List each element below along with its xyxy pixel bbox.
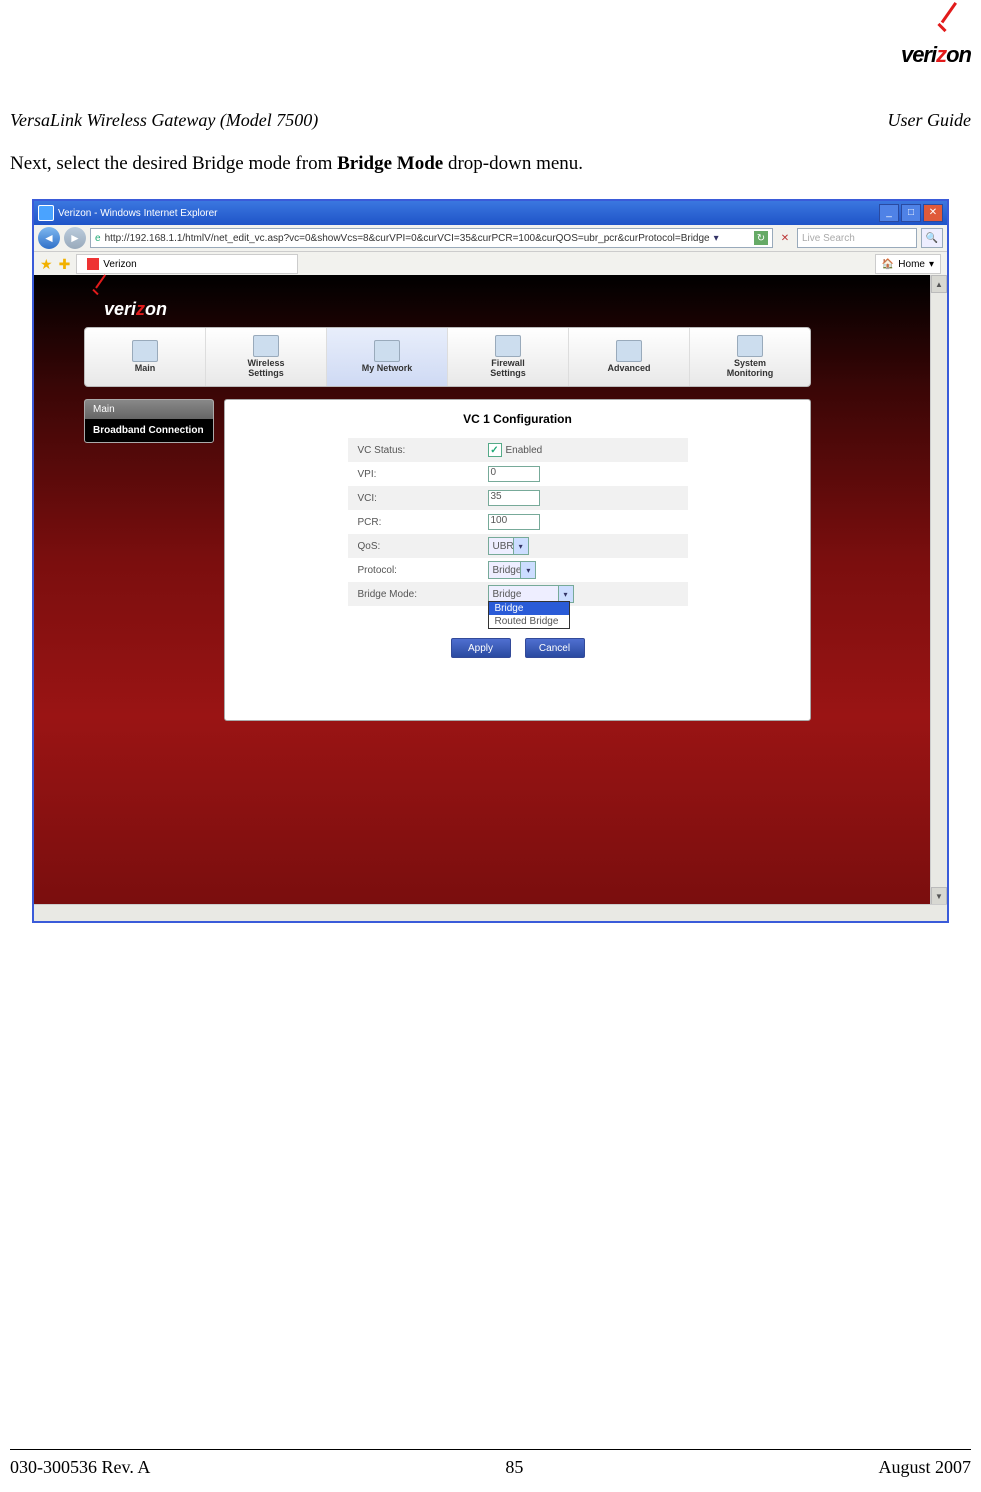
monitor-icon [737, 335, 763, 357]
footer-right: August 2007 [878, 1457, 971, 1478]
ie-icon [38, 205, 54, 221]
qos-label: QoS: [348, 541, 488, 552]
url-text: http://192.168.1.1/htmlV/net_edit_vc.asp… [105, 233, 710, 244]
chevron-down-icon: ▾ [513, 538, 528, 554]
browser-tabbar: ★ ✚ Verizon 🏠 Home ▾ [34, 252, 947, 277]
minimize-button[interactable]: _ [879, 204, 899, 222]
close-button[interactable]: ✕ [923, 204, 943, 222]
doc-title-right: User Guide [888, 110, 972, 131]
chevron-down-icon: ▾ [520, 562, 535, 578]
vpi-input[interactable]: 0 [488, 466, 540, 482]
sidebar-header: Main [85, 400, 213, 419]
page-icon: e [95, 233, 101, 244]
browser-tab[interactable]: Verizon [76, 254, 298, 274]
window-titlebar: Verizon - Windows Internet Explorer _ □ … [34, 201, 947, 225]
footer-left: 030-300536 Rev. A [10, 1457, 150, 1478]
scroll-up-icon[interactable]: ▲ [931, 275, 947, 293]
config-panel: VC 1 Configuration VC Status: ✓ Enabled V… [224, 399, 811, 721]
router-check-icon [90, 281, 116, 301]
search-button[interactable]: 🔍 [921, 228, 943, 248]
advanced-icon [616, 340, 642, 362]
document-header: VersaLink Wireless Gateway (Model 7500) … [10, 110, 971, 131]
browser-screenshot: Verizon - Windows Internet Explorer _ □ … [32, 199, 949, 923]
chevron-down-icon: ▾ [558, 586, 573, 602]
router-logo: verizon [104, 299, 167, 320]
panel-title: VC 1 Configuration [225, 400, 810, 434]
pcr-label: PCR: [348, 517, 488, 528]
scroll-down-icon[interactable]: ▼ [931, 887, 947, 905]
protocol-select[interactable]: Bridge▾ [488, 561, 537, 579]
footer-divider [10, 1449, 971, 1450]
home-button[interactable]: 🏠 Home ▾ [875, 254, 941, 274]
favorites-icon[interactable]: ★ [40, 256, 53, 273]
forward-button[interactable]: ► [64, 227, 86, 249]
verizon-logo-top: verizon [901, 18, 971, 68]
main-icon [132, 340, 158, 362]
check-icon [931, 18, 971, 42]
back-button[interactable]: ◄ [38, 227, 60, 249]
dropdown-icon[interactable]: ▾ [714, 233, 719, 244]
vci-input[interactable]: 35 [488, 490, 540, 506]
vertical-scrollbar[interactable]: ▲ ▼ [930, 275, 947, 905]
tab-firewall[interactable]: Firewall Settings [448, 328, 569, 386]
firewall-icon [495, 335, 521, 357]
browser-navbar: ◄ ► e http://192.168.1.1/htmlV/net_edit_… [34, 225, 947, 252]
stop-icon[interactable]: ✕ [777, 230, 793, 246]
maximize-button[interactable]: □ [901, 204, 921, 222]
status-bar [34, 904, 947, 921]
config-form: VC Status: ✓Enabled VPI: 0 VCI: 35 PCR: … [348, 438, 688, 606]
bridge-mode-dropdown: Bridge Routed Bridge [488, 601, 570, 629]
address-bar[interactable]: e http://192.168.1.1/htmlV/net_edit_vc.a… [90, 228, 773, 248]
footer-page-number: 85 [505, 1457, 523, 1478]
wireless-icon [253, 335, 279, 357]
refresh-icon[interactable]: ↻ [754, 231, 768, 245]
tab-my-network[interactable]: My Network [327, 328, 448, 386]
vc-status-label: VC Status: [348, 445, 488, 456]
apply-button[interactable]: Apply [451, 638, 511, 658]
tab-main[interactable]: Main [85, 328, 206, 386]
bridge-mode-label: Bridge Mode: [348, 589, 488, 600]
favicon-icon [87, 258, 99, 270]
page-footer: 030-300536 Rev. A 85 August 2007 [10, 1457, 971, 1478]
search-box[interactable]: Live Search [797, 228, 917, 248]
network-icon [374, 340, 400, 362]
home-icon: 🏠 [882, 259, 894, 270]
vpi-label: VPI: [348, 469, 488, 480]
sidebar: Main Broadband Connection [84, 399, 214, 443]
sidebar-item-broadband[interactable]: Broadband Connection [85, 419, 213, 442]
protocol-label: Protocol: [348, 565, 488, 576]
tab-advanced[interactable]: Advanced [569, 328, 690, 386]
router-nav-tabs: Main Wireless Settings My Network Firewa… [84, 327, 811, 387]
qos-select[interactable]: UBR▾ [488, 537, 529, 555]
tab-system-monitoring[interactable]: System Monitoring [690, 328, 810, 386]
bridge-mode-option-bridge[interactable]: Bridge [489, 602, 569, 615]
page-viewport: verizon Main Wireless Settings My Networ… [34, 275, 931, 905]
instruction-text: Next, select the desired Bridge mode fro… [10, 153, 971, 175]
pcr-input[interactable]: 100 [488, 514, 540, 530]
logo-text: verizon [901, 42, 971, 68]
tab-wireless[interactable]: Wireless Settings [206, 328, 327, 386]
doc-title-left: VersaLink Wireless Gateway (Model 7500) [10, 110, 318, 131]
vci-label: VCI: [348, 493, 488, 504]
window-title: Verizon - Windows Internet Explorer [58, 208, 218, 219]
add-favorites-icon[interactable]: ✚ [59, 256, 71, 273]
bridge-mode-option-routed[interactable]: Routed Bridge [489, 615, 569, 628]
vc-status-text: Enabled [506, 445, 543, 456]
chevron-down-icon: ▾ [929, 259, 934, 270]
vc-status-checkbox[interactable]: ✓ [488, 443, 502, 457]
cancel-button[interactable]: Cancel [525, 638, 585, 658]
